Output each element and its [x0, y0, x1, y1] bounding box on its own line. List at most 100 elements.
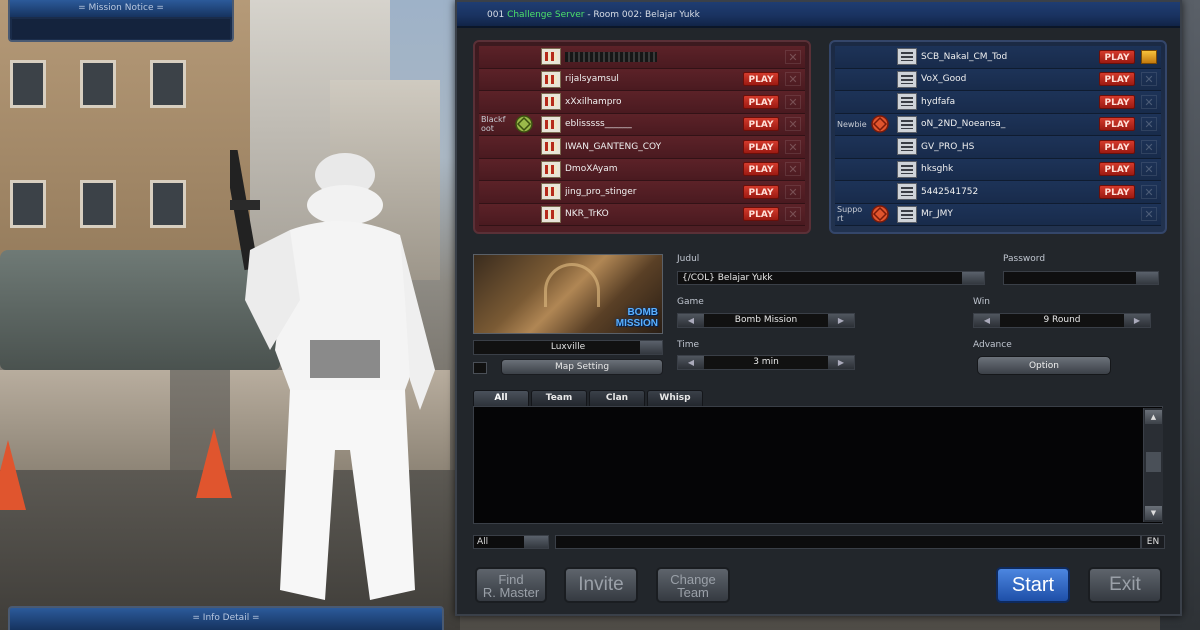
close-icon[interactable]: ✕: [1141, 184, 1157, 199]
chevron-left-icon[interactable]: ◀: [678, 356, 704, 369]
player-name[interactable]: hksghk: [921, 164, 1099, 174]
red-team-slot[interactable]: DmoXAyam PLAY ✕: [479, 158, 805, 181]
player-name[interactable]: rijalsyamsul: [565, 74, 743, 84]
close-icon[interactable]: ✕: [785, 162, 801, 177]
play-status-badge: PLAY: [743, 72, 779, 87]
player-name[interactable]: NKR_TrKO: [565, 209, 743, 219]
tab-chat-team[interactable]: Team: [531, 390, 587, 406]
blue-team-slot[interactable]: hksghk PLAY ✕: [835, 158, 1161, 181]
red-team-slot[interactable]: ✕: [479, 46, 805, 69]
win-condition-stepper[interactable]: ◀ 9 Round ▶: [973, 313, 1151, 328]
time-stepper[interactable]: ◀ 3 min ▶: [677, 355, 855, 370]
close-icon[interactable]: ✕: [1141, 207, 1157, 222]
close-icon[interactable]: ✕: [785, 49, 801, 64]
close-icon[interactable]: ✕: [785, 184, 801, 199]
chevron-left-icon[interactable]: ◀: [974, 314, 1000, 327]
tab-chat-clan[interactable]: Clan: [589, 390, 645, 406]
invite-button[interactable]: Invite: [564, 567, 638, 603]
player-name[interactable]: SCB_Nakal_CM_Tod: [921, 52, 1099, 62]
mission-notice-panel: = Mission Notice =: [8, 0, 234, 42]
chevron-down-icon[interactable]: [962, 272, 984, 284]
scroll-down-icon[interactable]: ▼: [1145, 506, 1162, 520]
chat-input[interactable]: [555, 535, 1141, 549]
player-name[interactable]: eblisssss______: [565, 119, 743, 129]
clan-icon-empty: [513, 182, 535, 201]
player-name[interactable]: GV_PRO_HS: [921, 142, 1099, 152]
red-team-slot[interactable]: NKR_TrKO PLAY ✕: [479, 203, 805, 226]
scroll-up-icon[interactable]: ▲: [1145, 410, 1162, 424]
player-name[interactable]: IWAN_GANTENG_COY: [565, 142, 743, 152]
rank-icon: [897, 48, 917, 66]
room-title-input[interactable]: {/COL} Belajar Yukk: [677, 271, 985, 285]
clan-emblem-icon: [869, 115, 891, 134]
player-name[interactable]: jing_pro_stinger: [565, 187, 743, 197]
close-icon[interactable]: ✕: [1141, 94, 1157, 109]
blue-team-slot[interactable]: 5442541752 PLAY ✕: [835, 181, 1161, 204]
building-window: [150, 180, 186, 228]
tab-chat-whisp[interactable]: Whisp: [647, 390, 703, 406]
chevron-right-icon[interactable]: ▶: [828, 314, 854, 327]
exit-button[interactable]: Exit: [1088, 567, 1162, 603]
chevron-down-icon[interactable]: [524, 536, 548, 548]
chevron-right-icon[interactable]: ▶: [1124, 314, 1150, 327]
close-icon[interactable]: ✕: [1141, 139, 1157, 154]
close-icon[interactable]: ✕: [785, 94, 801, 109]
change-team-button[interactable]: Change Team: [656, 567, 730, 603]
language-indicator[interactable]: EN: [1141, 535, 1165, 549]
close-icon[interactable]: ✕: [785, 72, 801, 87]
chevron-down-icon[interactable]: [1136, 272, 1158, 284]
player-name[interactable]: DmoXAyam: [565, 164, 743, 174]
chevron-left-icon[interactable]: ◀: [678, 314, 704, 327]
start-button[interactable]: Start: [996, 567, 1070, 603]
clan-icon-empty: [513, 92, 535, 111]
play-status-badge: [743, 50, 779, 64]
room-window: 001 Challenge Server - Room 002: Belajar…: [455, 0, 1182, 616]
close-icon[interactable]: ✕: [785, 117, 801, 132]
blue-team-slot[interactable]: Suppo rt Mr_JMY ✕: [835, 203, 1161, 226]
red-team-slot[interactable]: jing_pro_stinger PLAY ✕: [479, 181, 805, 204]
rank-icon: [897, 93, 917, 111]
blue-team-slot[interactable]: GV_PRO_HS PLAY ✕: [835, 136, 1161, 159]
map-random-checkbox[interactable]: [473, 362, 487, 374]
player-name[interactable]: oN_2ND_Noeansa_: [921, 119, 1099, 129]
close-icon[interactable]: ✕: [1141, 162, 1157, 177]
red-team-slot[interactable]: xXxilhampro PLAY ✕: [479, 91, 805, 114]
play-status-badge: PLAY: [743, 139, 779, 154]
player-name[interactable]: VoX_Good: [921, 74, 1099, 84]
clan-icon-empty: [869, 47, 891, 66]
player-name[interactable]: Mr_JMY: [921, 209, 1099, 219]
password-input[interactable]: [1003, 271, 1159, 285]
win-condition-value: 9 Round: [1043, 315, 1081, 325]
option-button[interactable]: Option: [977, 356, 1111, 375]
clan-icon-empty: [513, 160, 535, 179]
map-setting-button[interactable]: Map Setting: [501, 359, 663, 375]
close-icon[interactable]: ✕: [785, 139, 801, 154]
play-status-badge: PLAY: [743, 162, 779, 177]
red-team-slot[interactable]: Blackf oot eblisssss______ PLAY ✕: [479, 113, 805, 136]
chevron-down-icon[interactable]: [640, 341, 662, 354]
chat-target-select[interactable]: All: [473, 535, 549, 549]
scroll-thumb[interactable]: [1146, 452, 1161, 472]
player-name[interactable]: 5442541752: [921, 187, 1099, 197]
blue-team-slot[interactable]: Newbie oN_2ND_Noeansa_ PLAY ✕: [835, 113, 1161, 136]
blue-team-slot[interactable]: VoX_Good PLAY ✕: [835, 68, 1161, 91]
chevron-right-icon[interactable]: ▶: [828, 356, 854, 369]
info-detail-panel[interactable]: = Info Detail =: [8, 606, 444, 630]
map-select-dropdown[interactable]: Luxville: [473, 340, 663, 355]
chat-log[interactable]: [473, 406, 1163, 524]
red-team-slot[interactable]: IWAN_GANTENG_COY PLAY ✕: [479, 136, 805, 159]
red-team-slots: ✕ rijalsyamsul PLAY ✕ xXxilhampro PLAY ✕ Blackf…: [473, 40, 811, 234]
close-icon[interactable]: ✕: [785, 207, 801, 222]
chat-scrollbar[interactable]: ▲ ▼: [1143, 408, 1163, 522]
close-icon[interactable]: ✕: [1141, 72, 1157, 87]
game-mode-stepper[interactable]: ◀ Bomb Mission ▶: [677, 313, 855, 328]
player-name[interactable]: hydfafa: [921, 97, 1099, 107]
player-name[interactable]: [565, 51, 743, 62]
tab-chat-all[interactable]: All: [473, 390, 529, 406]
blue-team-slot[interactable]: SCB_Nakal_CM_Tod PLAY: [835, 46, 1161, 69]
blue-team-slot[interactable]: hydfafa PLAY ✕: [835, 91, 1161, 114]
player-name[interactable]: xXxilhampro: [565, 97, 743, 107]
find-room-master-button[interactable]: Find R. Master: [475, 567, 547, 603]
red-team-slot[interactable]: rijalsyamsul PLAY ✕: [479, 68, 805, 91]
close-icon[interactable]: ✕: [1141, 117, 1157, 132]
